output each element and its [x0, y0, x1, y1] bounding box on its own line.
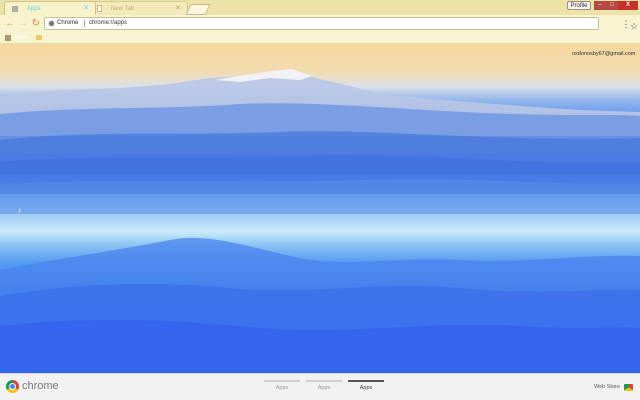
- chrome-page-icon: [48, 20, 55, 27]
- title-bar: Apps ✕ New Tab ✕ Profile – □ X: [0, 0, 640, 15]
- apps-page-tab-1[interactable]: Apps: [264, 380, 300, 396]
- tab-label: Apps: [27, 6, 41, 12]
- apps-footer: chrome Apps Apps Apps Web Store: [0, 373, 640, 400]
- omnibox-divider: [84, 20, 85, 27]
- page-indicator-bar: [264, 380, 300, 382]
- arrow-right-icon[interactable]: →: [17, 18, 29, 30]
- page-tab-label: Apps: [359, 385, 373, 391]
- folder-icon[interactable]: [36, 35, 42, 40]
- tab-apps[interactable]: Apps ✕: [4, 1, 96, 15]
- minimize-button[interactable]: –: [594, 1, 606, 10]
- apps-page-background: oxdonosby67@gmail.com ‹: [0, 44, 640, 373]
- tab-close-icon[interactable]: ✕: [83, 2, 89, 16]
- menu-icon[interactable]: ⋮: [620, 18, 632, 30]
- chrome-brand-text: chrome: [22, 380, 59, 392]
- apps-favicon-icon: [12, 6, 18, 12]
- maximize-button[interactable]: □: [606, 1, 618, 10]
- bookmark-apps-label[interactable]: Apps: [14, 33, 28, 44]
- new-tab-button[interactable]: [185, 4, 211, 15]
- apps-page-tab-3[interactable]: Apps: [348, 380, 384, 396]
- chrome-logo-icon: [6, 380, 19, 393]
- scheme-label: Chrome: [57, 20, 79, 26]
- reload-icon[interactable]: ↻: [30, 18, 42, 30]
- profile-button[interactable]: Profile: [567, 1, 591, 10]
- url-text[interactable]: chrome://apps: [89, 18, 127, 29]
- arrow-left-icon[interactable]: ←: [4, 18, 16, 30]
- page-indicator-bar: [348, 380, 384, 382]
- web-store-icon[interactable]: [624, 384, 633, 391]
- close-window-button[interactable]: X: [618, 1, 638, 10]
- web-store-link[interactable]: Web Store: [594, 384, 620, 390]
- page-tab-label: Apps: [317, 385, 331, 391]
- user-email[interactable]: oxdonosby67@gmail.com: [572, 51, 635, 57]
- tab-label: New Tab: [111, 6, 135, 12]
- previous-page-arrow-icon[interactable]: ‹: [18, 205, 21, 216]
- tab-new-tab[interactable]: New Tab ✕: [88, 1, 188, 15]
- apps-grid-icon[interactable]: [5, 35, 11, 41]
- tab-close-icon[interactable]: ✕: [175, 2, 181, 16]
- page-tab-label: Apps: [275, 385, 289, 391]
- apps-page-tab-2[interactable]: Apps: [306, 380, 342, 396]
- omnibox[interactable]: Chrome chrome://apps ☆: [44, 17, 638, 31]
- page-favicon-icon: [97, 5, 102, 12]
- toolbar: ← → ↻ Chrome chrome://apps ☆ ⋮: [0, 15, 640, 33]
- bookmarks-bar: Apps: [0, 33, 640, 44]
- page-indicator-bar: [306, 380, 342, 382]
- mountain-landscape: [0, 69, 640, 373]
